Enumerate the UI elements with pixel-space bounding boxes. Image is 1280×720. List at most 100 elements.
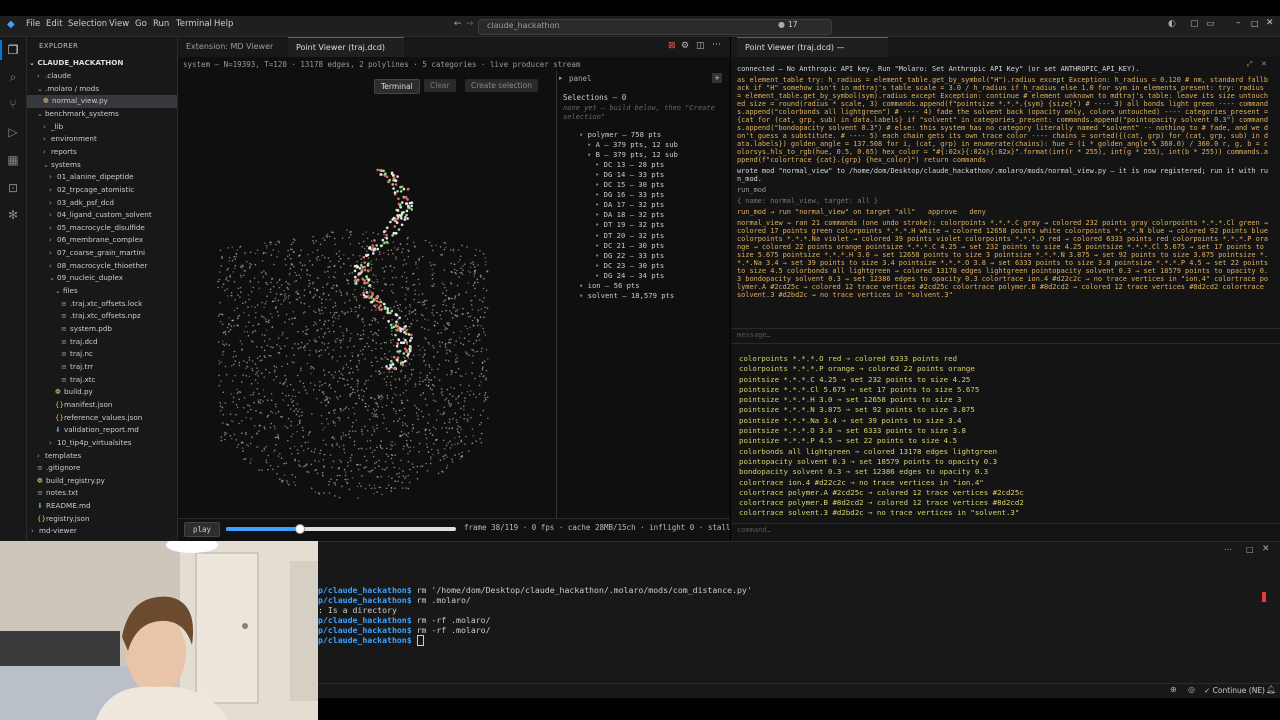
tree-item[interactable]: ≡ traj.nc [27, 348, 177, 361]
molecule-canvas[interactable] [178, 79, 556, 519]
toggle-panel-icon[interactable]: ▭ [1206, 19, 1215, 29]
category-tree-item[interactable]: • DT 19 — 32 pts [595, 220, 664, 229]
category-tree-item[interactable]: • DT 20 — 32 pts [595, 231, 664, 240]
menu-run[interactable]: Run [153, 19, 169, 29]
tree-item[interactable]: ❁ build_registry.py [27, 475, 177, 488]
copilot-icon[interactable]: ● [778, 20, 785, 29]
tree-item[interactable]: › 07_coarse_grain_martini [27, 247, 177, 260]
menu-file[interactable]: File [26, 19, 40, 29]
more-actions-icon[interactable]: ⋯ [712, 40, 721, 50]
category-tree-item[interactable]: ▾ A — 379 pts, 12 sub [587, 140, 678, 149]
tree-item[interactable]: ≡ traj.xtc [27, 374, 177, 387]
frame-slider[interactable] [226, 524, 456, 534]
search-icon[interactable]: ⌕ [6, 70, 20, 84]
tab-md-viewer[interactable]: Extension: MD Viewer [178, 37, 297, 57]
slider-thumb[interactable] [294, 524, 305, 534]
tree-item[interactable]: › 03_adk_psf_dcd [27, 197, 177, 210]
tree-item[interactable]: ≡ .traj.xtc_offsets.lock [27, 298, 177, 311]
category-tree-item[interactable]: ▾ B — 379 pts, 12 sub [587, 150, 678, 159]
toggle-sidebar-icon[interactable]: ▢ [1190, 19, 1199, 29]
category-tree-item[interactable]: ▾ solvent — 18,579 pts [579, 291, 674, 300]
category-tree-item[interactable]: • DC 13 — 28 pts [595, 160, 664, 169]
panel-close-icon[interactable]: ✕ [1262, 544, 1270, 554]
panel-add-icon[interactable]: + [712, 73, 722, 83]
category-tree-item[interactable]: • DG 16 — 33 pts [595, 190, 664, 199]
category-tree-item[interactable]: ▾ ion — 56 pts [579, 281, 640, 290]
notification-badge[interactable]: 17 [788, 20, 798, 29]
panel-chevron-icon[interactable]: ▸ [559, 74, 563, 82]
continue-status[interactable]: ✓ Continue (NE) [1204, 686, 1265, 695]
category-tree-item[interactable]: • DC 23 — 30 pts [595, 261, 664, 270]
tree-item[interactable]: ⬇ validation_report.md [27, 424, 177, 437]
tree-item[interactable]: › templates [27, 450, 177, 463]
layout-icon[interactable]: ◐ [1168, 19, 1176, 29]
menu-terminal[interactable]: Terminal [176, 19, 212, 29]
tree-item[interactable]: ≡ .traj.xtc_offsets.npz [27, 310, 177, 323]
panel-more-icon[interactable]: ⋯ [1224, 545, 1232, 554]
zoom-icon[interactable]: ⊕ [1170, 685, 1177, 694]
tree-item[interactable]: ❁ normal_view.py [27, 95, 177, 108]
bell-icon[interactable]: 🔔︎ [1266, 685, 1276, 694]
message-input[interactable]: message… [731, 328, 1280, 344]
tab-viewer-terminal[interactable]: Point Viewer (traj.dcd) — Terminal ✕ [737, 37, 888, 72]
tree-item[interactable]: › _lib [27, 121, 177, 134]
tree-item[interactable]: ⬇ README.md [27, 500, 177, 513]
run-debug-icon[interactable]: ▷ [6, 125, 20, 139]
menu-help[interactable]: Help [214, 19, 233, 29]
explorer-root[interactable]: ⌄ CLAUDE_HACKATHON [29, 58, 123, 67]
category-tree-item[interactable]: • DG 14 — 33 pts [595, 170, 664, 179]
tree-item[interactable]: › environment [27, 133, 177, 146]
molaro-icon[interactable]: ✻ [6, 208, 20, 222]
tree-item[interactable]: › 08_macrocycle_thioether [27, 260, 177, 273]
tree-item[interactable]: ≡ system.pdb [27, 323, 177, 336]
tree-item[interactable]: › 02_trpcage_atomistic [27, 184, 177, 197]
category-tree-item[interactable]: ▾ polymer — 758 pts [579, 130, 661, 139]
tree-item[interactable]: ≡ traj.dcd [27, 336, 177, 349]
category-tree-item[interactable]: • DC 15 — 30 pts [595, 180, 664, 189]
copilot-status-icon[interactable]: ◎ [1188, 685, 1195, 694]
menu-view[interactable]: View [109, 19, 129, 29]
category-tree-item[interactable]: • DG 24 — 34 pts [595, 271, 664, 280]
tree-item[interactable]: › 06_membrane_complex [27, 234, 177, 247]
tree-item[interactable]: ⌄ .molaro / mods [27, 83, 177, 96]
tree-item[interactable]: ≡ traj.trr [27, 361, 177, 374]
tree-item[interactable]: › reports [27, 146, 177, 159]
category-tree-item[interactable]: • DC 21 — 30 pts [595, 241, 664, 250]
category-tree-item[interactable]: • DA 18 — 32 pts [595, 210, 664, 219]
panel-maximize-icon[interactable]: □ [1246, 545, 1254, 554]
tree-item[interactable]: ⌄ systems [27, 159, 177, 172]
record-icon[interactable]: ⊠ [668, 41, 676, 51]
tree-item[interactable]: › 01_alanine_dipeptide [27, 171, 177, 184]
tree-item[interactable]: ⌄ files [27, 285, 177, 298]
tree-item[interactable]: › 04_ligand_custom_solvent [27, 209, 177, 222]
close-window-icon[interactable]: ✕ [1266, 18, 1274, 28]
tree-item[interactable]: › 05_macrocycle_disulfide [27, 222, 177, 235]
command-input[interactable]: command… [731, 523, 1280, 538]
forward-arrow-icon[interactable]: → [466, 19, 474, 29]
tree-item[interactable]: ≡ notes.txt [27, 487, 177, 500]
settings-gear-icon[interactable]: ⚙ [681, 41, 689, 51]
explorer-icon[interactable]: ❐ [6, 43, 20, 57]
split-editor-icon[interactable]: ◫ [696, 41, 705, 51]
tree-item[interactable]: ❁ build.py [27, 386, 177, 399]
tree-item[interactable]: ⌄ benchmark_systems [27, 108, 177, 121]
tree-item[interactable]: › .claude [27, 70, 177, 83]
tree-item[interactable]: {}reference_values.json [27, 412, 177, 425]
category-tree-item[interactable]: • DG 22 — 33 pts [595, 251, 664, 260]
remote-icon[interactable]: ⊡ [6, 181, 20, 195]
maximize-icon[interactable]: □ [1251, 19, 1259, 28]
tree-item[interactable]: ⌄ 09_nucleic_duplex [27, 272, 177, 285]
menu-go[interactable]: Go [135, 19, 147, 29]
menu-edit[interactable]: Edit [46, 19, 62, 29]
play-button[interactable]: play [184, 522, 220, 537]
minimize-icon[interactable]: – [1236, 18, 1241, 28]
menu-selection[interactable]: Selection [68, 19, 107, 29]
tree-item[interactable]: › 10_tip4p_virtualsites [27, 437, 177, 450]
shell-output[interactable]: p/claude_hackathon$ rm '/home/dom/Deskto… [318, 585, 752, 646]
extensions-icon[interactable]: ▦ [6, 153, 20, 167]
tree-item[interactable]: ≡ .gitignore [27, 462, 177, 475]
category-tree-item[interactable]: • DA 17 — 32 pts [595, 200, 664, 209]
back-arrow-icon[interactable]: ← [454, 19, 462, 29]
tree-item[interactable]: {}registry.json [27, 513, 177, 526]
tree-item[interactable]: › md-viewer [27, 525, 177, 538]
